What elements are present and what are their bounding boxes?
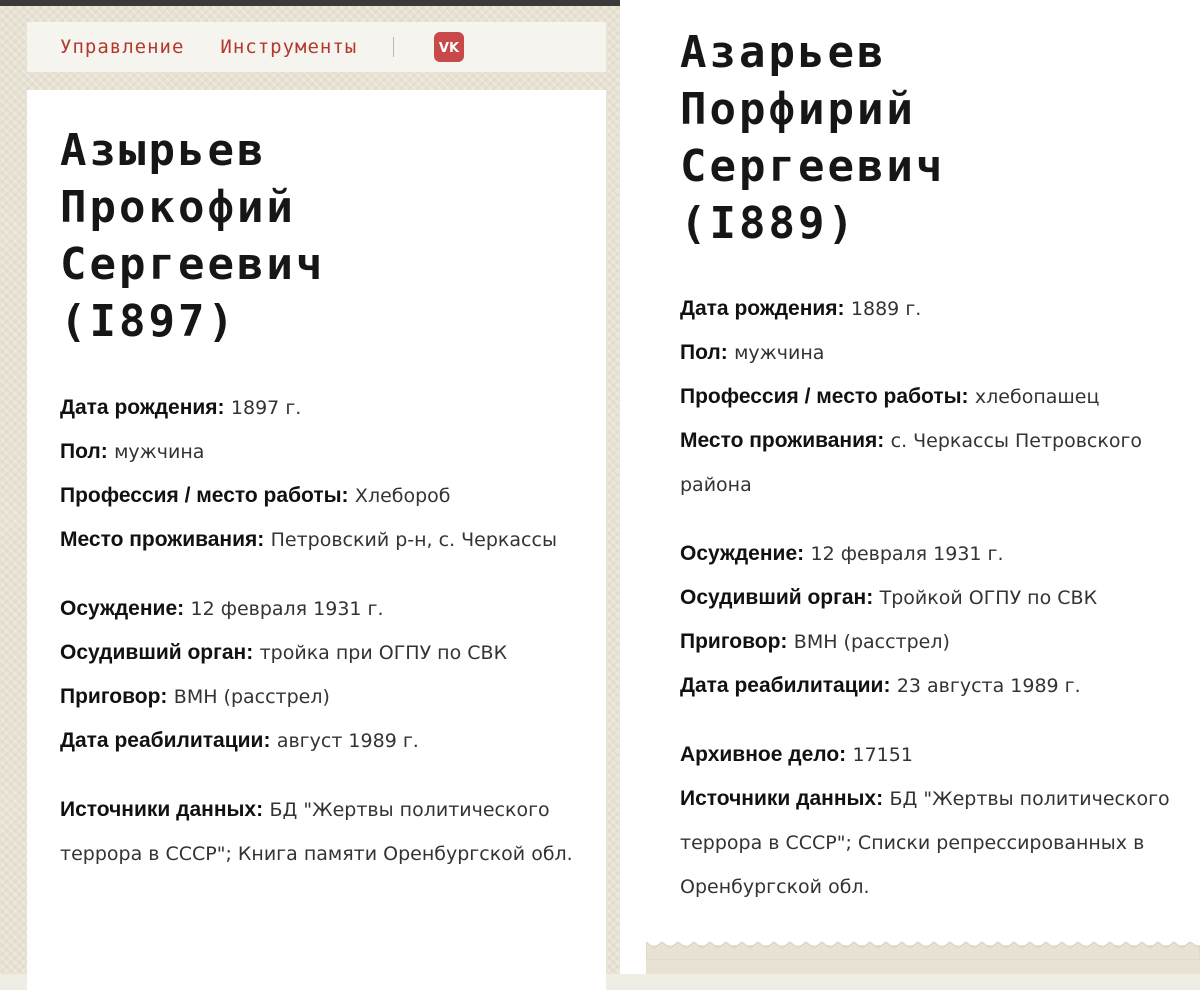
info-row: Дата рождения: 1889 г. (680, 287, 1195, 331)
info-label: Архивное дело: (680, 743, 847, 766)
person-info: Дата рождения: 1897 г. Пол: мужчина Проф… (60, 386, 580, 876)
torn-paper-edge (646, 941, 1200, 960)
person-name: Азарьев Порфирий Сергеевич (I889) (680, 24, 945, 252)
name-line: Порфирий (680, 84, 916, 135)
name-line: (I889) (680, 198, 857, 249)
info-row: Профессия / место работы: хлебопашец (680, 375, 1195, 419)
person-card-right: Азарьев Порфирий Сергеевич (I889) Дата р… (646, 0, 1200, 945)
name-line: Сергеевич (680, 141, 946, 192)
info-label: Дата рождения: (680, 297, 845, 320)
name-line: (I897) (60, 296, 237, 347)
nav-bar: Управление Инструменты VK (27, 22, 606, 72)
info-row: Осуждение: 12 февраля 1931 г. (680, 532, 1195, 576)
info-value: мужчина (734, 342, 825, 364)
info-row: Пол: мужчина (60, 430, 580, 474)
info-label: Место проживания: (680, 429, 885, 452)
info-label: Источники данных: (680, 787, 884, 810)
info-label: Осудивший орган: (680, 586, 874, 609)
name-line: Азарьев (680, 27, 887, 78)
info-row: Приговор: ВМН (расстрел) (60, 675, 580, 719)
info-row: Осуждение: 12 февраля 1931 г. (60, 587, 580, 631)
top-bar (0, 0, 620, 6)
info-row: Осудивший орган: тройка при ОГПУ по СВК (60, 631, 580, 675)
info-label: Пол: (680, 341, 728, 364)
info-row: Дата реабилитации: 23 августа 1989 г. (680, 664, 1195, 708)
info-label: Источники данных: (60, 798, 264, 821)
name-line: Прокофий (60, 182, 296, 233)
info-value: ВМН (расстрел) (793, 631, 950, 653)
vk-share-button[interactable]: VK (434, 32, 465, 62)
info-value: 12 февраля 1931 г. (810, 543, 1004, 565)
info-value: август 1989 г. (276, 730, 419, 752)
info-row: Дата реабилитации: август 1989 г. (60, 719, 580, 763)
info-label: Пол: (60, 440, 108, 463)
info-row: Профессия / место работы: Хлебороб (60, 474, 580, 518)
info-value: хлебопашец (974, 386, 1100, 408)
info-label: Осуждение: (680, 542, 805, 565)
person-name: Азырьев Прокофий Сергеевич (I897) (60, 122, 325, 350)
info-value: мужчина (114, 441, 205, 463)
info-value: ВМН (расстрел) (173, 686, 330, 708)
nav-link-tools[interactable]: Инструменты (220, 36, 357, 58)
vk-icon: VK (439, 41, 460, 54)
info-value: 12 февраля 1931 г. (190, 598, 384, 620)
person-info: Дата рождения: 1889 г. Пол: мужчина Проф… (680, 287, 1195, 909)
name-line: Азырьев (60, 125, 267, 176)
info-row: Источники данных: БД "Жертвы политическо… (60, 788, 580, 876)
info-row: Место проживания: с. Черкассы Петровског… (680, 419, 1195, 507)
info-label: Профессия / место работы: (680, 385, 969, 408)
info-label: Приговор: (60, 685, 168, 708)
svg-text:VK: VK (439, 41, 460, 54)
name-line: Сергеевич (60, 239, 326, 290)
nav-separator (393, 37, 395, 57)
info-value: тройка при ОГПУ по СВК (259, 642, 508, 664)
info-label: Осуждение: (60, 597, 185, 620)
panel-divider (620, 0, 646, 974)
info-row: Приговор: ВМН (расстрел) (680, 620, 1195, 664)
info-row: Источники данных: БД "Жертвы политическо… (680, 777, 1195, 909)
info-row: Архивное дело: 17151 (680, 733, 1195, 777)
info-row: Пол: мужчина (680, 331, 1195, 375)
info-row: Место проживания: Петровский р-н, с. Чер… (60, 518, 580, 562)
info-value: 1889 г. (850, 298, 922, 320)
info-row: Дата рождения: 1897 г. (60, 386, 580, 430)
info-value: Хлебороб (354, 485, 451, 507)
info-label: Профессия / место работы: (60, 484, 349, 507)
info-label: Дата реабилитации: (60, 729, 271, 752)
info-value: Тройкой ОГПУ по СВК (879, 587, 1098, 609)
info-value: 23 августа 1989 г. (896, 675, 1081, 697)
info-value: 17151 (852, 744, 913, 766)
info-label: Место проживания: (60, 528, 265, 551)
person-card-left: Азырьев Прокофий Сергеевич (I897) Дата р… (27, 90, 606, 990)
info-label: Осудивший орган: (60, 641, 254, 664)
nav-link-management[interactable]: Управление (60, 36, 184, 58)
bottom-background-strip (646, 960, 1200, 974)
info-label: Дата рождения: (60, 396, 225, 419)
info-value: Петровский р-н, с. Черкассы (270, 529, 557, 551)
info-row: Осудивший орган: Тройкой ОГПУ по СВК (680, 576, 1195, 620)
info-label: Дата реабилитации: (680, 674, 891, 697)
info-label: Приговор: (680, 630, 788, 653)
info-value: 1897 г. (230, 397, 302, 419)
